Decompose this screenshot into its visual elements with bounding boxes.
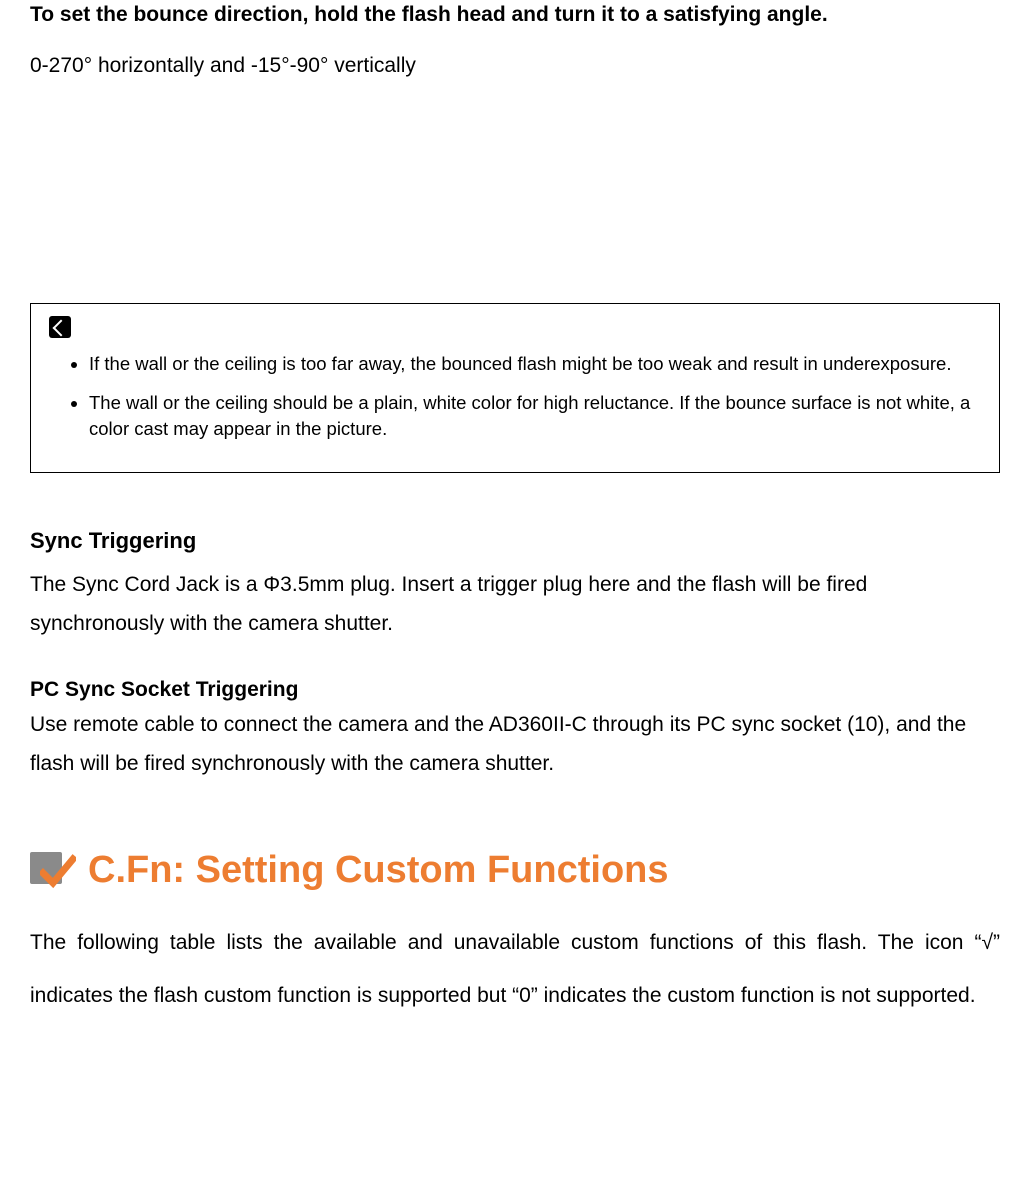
image-placeholder [30,83,1000,283]
notes-icon [49,316,71,338]
pcsync-body: Use remote cable to connect the camera a… [30,706,1000,784]
sync-heading: Sync Triggering [30,528,1000,554]
sync-body: The Sync Cord Jack is a Φ3.5mm plug. Ins… [30,566,1000,644]
cfn-heading-row: C.Fn: Setting Custom Functions [30,849,1000,892]
cfn-icon [30,852,72,890]
notes-list: If the wall or the ceiling is too far aw… [49,350,981,442]
cfn-title: C.Fn: Setting Custom Functions [88,849,669,892]
checkmark-icon [40,854,76,890]
cfn-body: The following table lists the available … [30,917,1000,1022]
list-item: The wall or the ceiling should be a plai… [89,389,981,442]
pcsync-heading: PC Sync Socket Triggering [30,678,1000,702]
notes-box: If the wall or the ceiling is too far aw… [30,303,1000,473]
bounce-instruction: To set the bounce direction, hold the fl… [30,0,1000,29]
bounce-range: 0-270° horizontally and -15°-90° vertica… [30,49,1000,83]
list-item: If the wall or the ceiling is too far aw… [89,350,981,377]
